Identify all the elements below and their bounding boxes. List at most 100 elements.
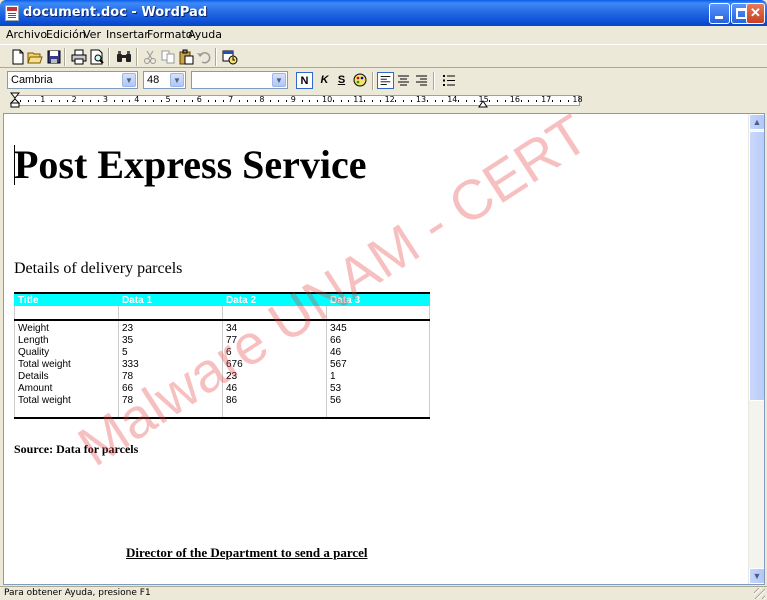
- ruler-number: 2: [71, 95, 77, 104]
- resize-grip-icon[interactable]: [754, 588, 765, 599]
- toolbar-separator: [372, 72, 374, 90]
- align-left-icon[interactable]: [377, 72, 394, 89]
- new-document-icon[interactable]: [10, 49, 26, 65]
- table-cell: 46: [330, 347, 342, 358]
- table-cell: Weight: [18, 323, 49, 334]
- ruler-number: 7: [228, 95, 234, 104]
- menu-ayuda[interactable]: Ayuda: [188, 28, 222, 41]
- table-header-cell: Title: [18, 295, 39, 306]
- copy-icon[interactable]: [160, 49, 176, 65]
- ruler-tick: [348, 100, 350, 102]
- ruler-tick: [520, 100, 522, 102]
- document-subtitle[interactable]: Details of delivery parcels: [14, 260, 182, 278]
- toolbar-separator: [108, 48, 110, 66]
- table-cell: Details: [18, 371, 49, 382]
- right-indent-marker-icon[interactable]: [478, 100, 488, 108]
- bullets-icon[interactable]: [440, 72, 457, 89]
- scroll-down-button[interactable]: ▼: [749, 568, 764, 584]
- ruler-tick: [411, 100, 413, 102]
- insert-date-icon[interactable]: [222, 49, 238, 65]
- print-icon[interactable]: [71, 49, 87, 65]
- window-title: document.doc - WordPad: [23, 5, 208, 20]
- ruler-tick: [285, 100, 287, 102]
- ruler-number: 3: [102, 95, 108, 104]
- menu-bar: Archivo Edición Ver Insertar Formato Ayu…: [0, 26, 767, 43]
- ruler-tick: [379, 100, 381, 102]
- table-cell: 35: [122, 335, 134, 346]
- table-cell: Length: [18, 335, 49, 346]
- close-button[interactable]: ✕: [746, 3, 765, 24]
- underline-button[interactable]: S: [333, 72, 350, 89]
- table-rule: [14, 319, 430, 321]
- table-cell: 333: [122, 359, 139, 370]
- ruler-tick: [58, 100, 60, 102]
- document-area[interactable]: Post Express Service Details of delivery…: [3, 113, 765, 585]
- find-icon[interactable]: [116, 49, 132, 65]
- ruler-tick: [528, 100, 530, 102]
- ruler-tick: [504, 100, 506, 102]
- menu-formato[interactable]: Formato: [147, 28, 193, 41]
- ruler-tick: [176, 100, 178, 102]
- table-cell: 5: [122, 347, 128, 358]
- align-right-icon[interactable]: [413, 72, 430, 89]
- ruler-tick: [51, 100, 53, 102]
- ruler-tick: [254, 100, 256, 102]
- paste-icon[interactable]: [178, 49, 194, 65]
- table-cell: 567: [330, 359, 347, 370]
- ruler-tick: [442, 100, 444, 102]
- italic-button[interactable]: K: [316, 72, 333, 89]
- undo-icon[interactable]: [196, 49, 212, 65]
- indent-marker-icon[interactable]: [10, 92, 20, 108]
- table-cell: Quality: [18, 347, 50, 358]
- director-signature-line[interactable]: Director of the Department to send a par…: [126, 545, 368, 561]
- script-select[interactable]: ▼: [191, 71, 288, 89]
- scroll-thumb[interactable]: [749, 131, 764, 401]
- menu-edicion[interactable]: Edición: [46, 28, 86, 41]
- ruler-tick: [489, 100, 491, 102]
- ruler-tick: [364, 100, 366, 102]
- ruler-tick: [66, 100, 68, 102]
- bold-button[interactable]: N: [296, 72, 313, 89]
- vertical-scrollbar[interactable]: ▲ ▼: [748, 114, 764, 584]
- menu-archivo[interactable]: Archivo: [6, 28, 47, 41]
- menu-ver[interactable]: Ver: [83, 28, 101, 41]
- menu-insertar[interactable]: Insertar: [106, 28, 149, 41]
- ruler-tick: [98, 100, 100, 102]
- ruler[interactable]: 1 2 3 4 5 6 7 8 9 10 11 12 13 14 15 16 17 18: [0, 92, 767, 108]
- chevron-down-icon[interactable]: ▼: [122, 73, 136, 87]
- ruler-tick: [27, 100, 29, 102]
- toolbar-separator: [433, 72, 435, 90]
- table-cell: 23: [122, 323, 134, 334]
- table-cell: Total weight: [18, 395, 71, 406]
- open-icon[interactable]: [27, 49, 43, 65]
- chevron-down-icon[interactable]: ▼: [272, 73, 286, 87]
- close-icon: ✕: [750, 5, 761, 20]
- ruler-tick: [90, 100, 92, 102]
- table-header-cell: Data 1: [122, 295, 153, 306]
- align-center-icon[interactable]: [395, 72, 412, 89]
- ruler-number: 4: [134, 95, 140, 104]
- document-title[interactable]: Post Express Service: [14, 141, 367, 188]
- ruler-number: 5: [165, 95, 171, 104]
- ruler-number: 14: [447, 95, 458, 104]
- font-family-select[interactable]: Cambria ▼: [7, 71, 138, 89]
- cut-icon[interactable]: [142, 49, 158, 65]
- ruler-number: 17: [541, 95, 552, 104]
- ruler-tick: [301, 100, 303, 102]
- minimize-icon: [715, 16, 723, 19]
- ruler-number: 8: [259, 95, 265, 104]
- ruler-number: 10: [322, 95, 333, 104]
- minimize-button[interactable]: [709, 3, 730, 24]
- chevron-down-icon[interactable]: ▼: [170, 73, 184, 87]
- toolbar-separator: [215, 48, 217, 66]
- save-icon[interactable]: [46, 49, 62, 65]
- ruler-tick: [191, 100, 193, 102]
- font-size-select[interactable]: 48 ▼: [143, 71, 186, 89]
- wordpad-app-icon[interactable]: [5, 5, 19, 21]
- ruler-tick: [223, 100, 225, 102]
- ruler-number: 6: [196, 95, 202, 104]
- scroll-up-button[interactable]: ▲: [749, 114, 764, 130]
- text-color-icon[interactable]: [352, 72, 369, 89]
- ruler-tick: [458, 100, 460, 102]
- print-preview-icon[interactable]: [89, 49, 105, 65]
